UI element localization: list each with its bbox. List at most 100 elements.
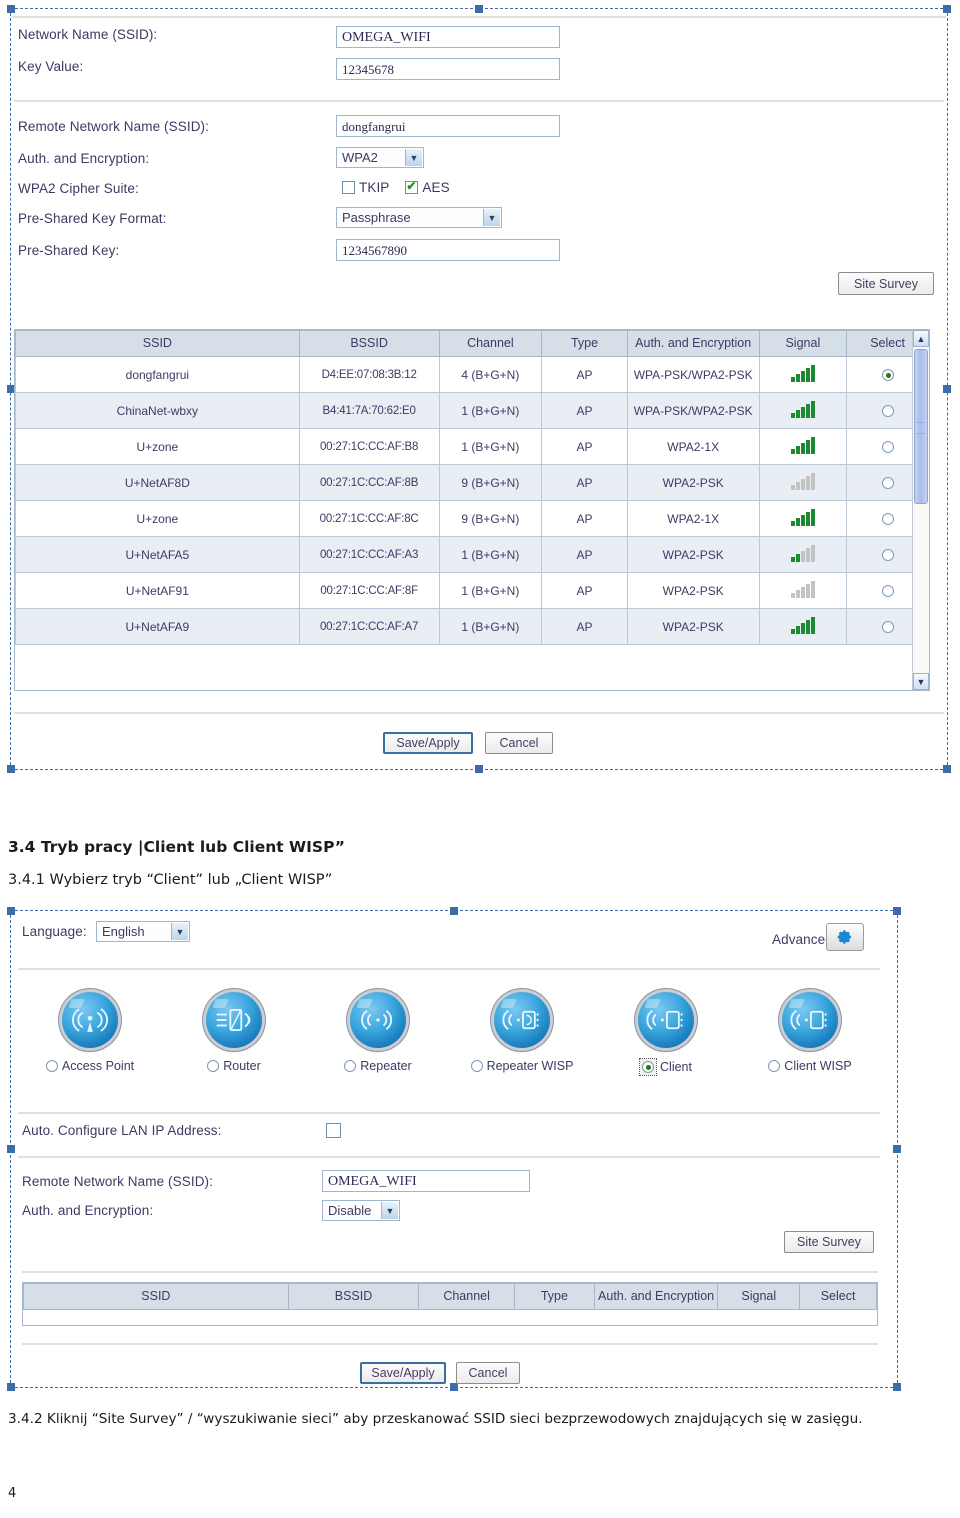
aes-checkbox[interactable] <box>405 179 419 194</box>
cancel-button-2[interactable]: Cancel <box>456 1362 520 1384</box>
row-select-radio[interactable] <box>881 549 894 562</box>
cell-auth: WPA2-PSK <box>626 464 760 501</box>
resize-handle-top-left[interactable] <box>7 907 15 915</box>
chevron-down-icon[interactable]: ▼ <box>381 1202 398 1219</box>
table-vertical-scrollbar[interactable]: ▲ ▼ <box>912 330 929 690</box>
mode-option-client-wisp[interactable]: Client WISP <box>738 992 882 1075</box>
mode-option-repeater[interactable]: Repeater <box>306 992 450 1075</box>
col-channel: Channel <box>438 330 543 357</box>
language-value: English <box>102 924 145 939</box>
client-icon[interactable] <box>638 992 694 1048</box>
mode-option-repeater-wisp[interactable]: Repeater WISP <box>450 992 594 1075</box>
row-select-radio[interactable] <box>881 585 894 598</box>
row-select-radio[interactable] <box>881 441 894 454</box>
table-row[interactable]: U+NetAFA5 00:27:1C:CC:AF:A3 1 (B+G+N) AP WPA… <box>15 536 929 573</box>
cancel-button-1[interactable]: Cancel <box>485 732 553 754</box>
client-wisp-icon[interactable] <box>782 992 838 1048</box>
table-row[interactable]: U+NetAF8D 00:27:1C:CC:AF:8B 9 (B+G+N) AP WPA… <box>15 464 929 501</box>
screen2-auth-select[interactable]: Disable ▼ <box>322 1200 400 1221</box>
site-survey-button-1[interactable]: Site Survey <box>838 272 934 295</box>
remote-ssid-input[interactable]: dongfangrui <box>336 115 560 137</box>
save-apply-button-1[interactable]: Save/Apply <box>383 732 473 754</box>
resize-handle-top-middle[interactable] <box>450 907 458 915</box>
row-select-radio[interactable] <box>881 513 894 526</box>
key-value-input[interactable]: 12345678 <box>336 58 560 80</box>
screen2-divider-4 <box>22 1271 878 1273</box>
mode-radio[interactable] <box>344 1060 357 1072</box>
table-row[interactable]: U+NetAF91 00:27:1C:CC:AF:8F 1 (B+G+N) AP WPA… <box>15 572 929 609</box>
mode-radio-wrap[interactable] <box>207 1060 220 1072</box>
mode-option-client[interactable]: Client <box>594 992 738 1076</box>
mode-radio[interactable] <box>45 1060 58 1072</box>
row-select-radio[interactable] <box>881 621 894 634</box>
mode-radio-wrap[interactable] <box>344 1060 357 1072</box>
mode-radio-wrap[interactable] <box>45 1060 58 1072</box>
signal-strength-icon <box>791 436 815 454</box>
cell-signal <box>758 500 848 537</box>
advanced-settings-button[interactable] <box>826 923 864 951</box>
site-survey-table-2[interactable]: SSID BSSID Channel Type Auth. and Encryp… <box>22 1282 878 1326</box>
chevron-down-icon[interactable]: ▼ <box>405 149 422 166</box>
chevron-down-icon[interactable]: ▼ <box>171 923 188 940</box>
cell-bssid: 00:27:1C:CC:AF:8F <box>298 572 440 609</box>
resize-handle-top-right[interactable] <box>893 907 901 915</box>
resize-handle-middle-right[interactable] <box>943 385 951 393</box>
resize-handle-top-right[interactable] <box>943 5 951 13</box>
resize-handle-bottom-right[interactable] <box>893 1383 901 1391</box>
table-row[interactable]: ChinaNet-wbxy B4:41:7A:70:62:E0 1 (B+G+N) A… <box>15 392 929 429</box>
auto-lan-checkbox[interactable] <box>326 1123 341 1138</box>
save-apply-button-2[interactable]: Save/Apply <box>360 1362 446 1384</box>
cell-bssid: 00:27:1C:CC:AF:8C <box>298 500 440 537</box>
screen2-ssid-input[interactable]: OMEGA_WIFI <box>322 1170 530 1192</box>
psk-label: Pre-Shared Key: <box>18 243 120 258</box>
scroll-up-icon[interactable]: ▲ <box>913 330 929 347</box>
access-point-icon[interactable] <box>62 992 118 1048</box>
mode-radio[interactable] <box>768 1060 781 1072</box>
repeater-wisp-icon[interactable] <box>494 992 550 1048</box>
mode-radio-wrap[interactable] <box>639 1058 658 1076</box>
cell-ssid: U+NetAF91 <box>15 572 300 609</box>
resize-handle-middle-left[interactable] <box>7 1145 15 1153</box>
psk-input[interactable]: 1234567890 <box>336 239 560 261</box>
tkip-checkbox[interactable] <box>342 181 355 194</box>
mode-option-access-point[interactable]: Access Point <box>18 992 162 1075</box>
cell-ssid: U+zone <box>15 428 300 465</box>
scroll-down-icon[interactable]: ▼ <box>913 673 929 690</box>
survey-table: SSID BSSID Channel Type Auth. and Encryp… <box>15 330 929 645</box>
resize-handle-top-left[interactable] <box>7 5 15 13</box>
table-row[interactable]: U+zone 00:27:1C:CC:AF:8C 9 (B+G+N) AP WPA2-1… <box>15 500 929 537</box>
col-ssid: SSID <box>15 330 300 357</box>
resize-handle-middle-right[interactable] <box>893 1145 901 1153</box>
resize-handle-top-middle[interactable] <box>475 5 483 13</box>
table-row[interactable]: U+zone 00:27:1C:CC:AF:B8 1 (B+G+N) AP WPA2-1… <box>15 428 929 465</box>
repeater-icon[interactable] <box>350 992 406 1048</box>
mode-option-router[interactable]: Router <box>162 992 306 1075</box>
cell-channel: 1 (B+G+N) <box>438 572 543 609</box>
site-survey-button-2[interactable]: Site Survey <box>784 1231 874 1253</box>
mode-radio[interactable] <box>470 1060 483 1072</box>
table-row[interactable]: U+NetAFA9 00:27:1C:CC:AF:A7 1 (B+G+N) AP WPA… <box>15 608 929 645</box>
screen2-auth-label: Auth. and Encryption: <box>22 1203 154 1218</box>
resize-handle-bottom-middle[interactable] <box>475 765 483 773</box>
row-select-radio[interactable] <box>881 369 894 382</box>
network-name-input[interactable]: OMEGA_WIFI <box>336 26 560 48</box>
cell-auth: WPA2-PSK <box>626 572 760 609</box>
router-icon[interactable] <box>206 992 262 1048</box>
site-survey-table-1[interactable]: SSID BSSID Channel Type Auth. and Encryp… <box>14 329 930 691</box>
resize-handle-bottom-middle[interactable] <box>450 1383 458 1391</box>
mode-radio-wrap[interactable] <box>470 1060 483 1072</box>
row-select-radio[interactable] <box>881 477 894 490</box>
resize-handle-bottom-left[interactable] <box>7 765 15 773</box>
scrollbar-thumb[interactable] <box>914 349 928 504</box>
mode-radio[interactable] <box>207 1060 220 1072</box>
language-select[interactable]: English ▼ <box>96 921 190 942</box>
table-row[interactable]: dongfangrui D4:EE:07:08:3B:12 4 (B+G+N) AP W… <box>15 356 929 393</box>
mode-radio[interactable] <box>642 1061 655 1073</box>
chevron-down-icon[interactable]: ▼ <box>483 209 500 226</box>
psk-format-select[interactable]: Passphrase ▼ <box>336 207 502 228</box>
mode-radio-wrap[interactable] <box>768 1060 781 1072</box>
row-select-radio[interactable] <box>881 405 894 418</box>
resize-handle-bottom-right[interactable] <box>943 765 951 773</box>
auth-encryption-select[interactable]: WPA2 ▼ <box>336 147 424 168</box>
resize-handle-bottom-left[interactable] <box>7 1383 15 1391</box>
